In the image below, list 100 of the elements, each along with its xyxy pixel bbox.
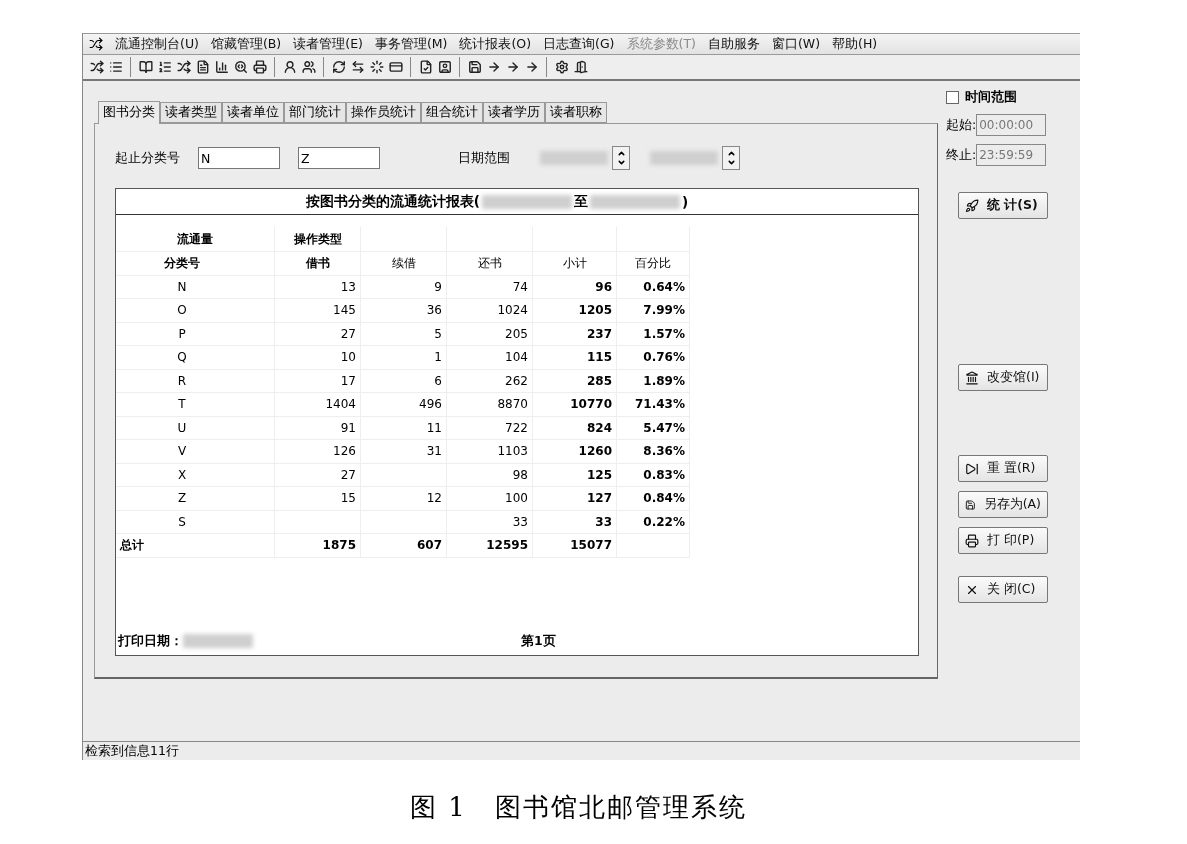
app-icon [89, 37, 103, 51]
skip-forward-icon [965, 461, 979, 476]
table-cell: 100 [447, 487, 533, 511]
action-button[interactable]: 另存为(A) [958, 491, 1048, 518]
table-cell: 496 [361, 393, 447, 417]
table-cell: 17 [275, 369, 361, 393]
table-cell: 104 [447, 346, 533, 370]
table-cell: 9 [361, 275, 447, 299]
column-header: 流通量 [116, 227, 275, 252]
tab[interactable]: 部门统计 [284, 102, 346, 123]
blurred-date [540, 151, 608, 165]
table-cell: 262 [447, 369, 533, 393]
table-cell: 33 [533, 510, 617, 534]
tab[interactable]: 图书分类 [98, 101, 160, 124]
tab[interactable]: 操作员统计 [346, 102, 421, 123]
field-label: 起止分类号 [115, 149, 180, 167]
table-cell: 824 [533, 416, 617, 440]
action-button[interactable]: 改变馆(I) [958, 364, 1048, 391]
table-cell: 125 [533, 463, 617, 487]
save-icon [965, 497, 976, 512]
table-cell: S [116, 510, 275, 534]
table-cell: 145 [275, 299, 361, 323]
report-title: 至 [574, 192, 588, 211]
table-cell: 1205 [533, 299, 617, 323]
menu-item[interactable]: 帮助(H) [832, 35, 878, 53]
printer-icon [965, 533, 979, 548]
time-field[interactable]: 23:59:59 [976, 144, 1047, 166]
table-cell: 127 [533, 487, 617, 511]
table-cell: 8870 [447, 393, 533, 417]
action-button[interactable]: 打 印(P) [958, 527, 1048, 554]
table-cell: 126 [275, 440, 361, 464]
shuffle-icon[interactable] [87, 58, 106, 76]
menu-item[interactable]: 读者管理(E) [293, 35, 363, 53]
column-header: 百分比 [617, 252, 690, 276]
table-cell: 12595 [447, 534, 533, 558]
table-cell: 27 [275, 322, 361, 346]
table-cell: P [116, 322, 275, 346]
menu-item[interactable]: 自助服务 [707, 35, 760, 53]
tab[interactable]: 组合统计 [421, 102, 483, 123]
table-cell: 33 [447, 510, 533, 534]
table-cell: 总计 [116, 534, 275, 558]
tab[interactable]: 读者类型 [160, 102, 222, 123]
printer-icon[interactable] [250, 58, 269, 76]
table-cell: 0.76% [617, 346, 690, 370]
table-cell: Q [116, 346, 275, 370]
table-cell: 0.22% [617, 510, 690, 534]
table-cell: 722 [447, 416, 533, 440]
menu-item[interactable]: 流通控制台(U) [115, 35, 199, 53]
table-cell: 98 [447, 463, 533, 487]
action-button[interactable]: 重 置(R) [958, 455, 1048, 482]
table-cell: 10 [275, 346, 361, 370]
table-cell: 115 [533, 346, 617, 370]
table-cell: 15 [275, 487, 361, 511]
table-cell: R [116, 369, 275, 393]
table-cell: 12 [361, 487, 447, 511]
table-cell: 1260 [533, 440, 617, 464]
rocket-icon [965, 198, 979, 213]
report-title: ) [682, 193, 689, 210]
time-field[interactable]: 00:00:00 [976, 114, 1047, 136]
table-cell: 11 [361, 416, 447, 440]
table-cell: 1103 [447, 440, 533, 464]
status-text: 检索到信息11行 [83, 741, 1080, 760]
report-title: 按图书分类的流通统计报表( [305, 192, 480, 211]
menu-item[interactable]: 窗口(W) [771, 35, 820, 53]
shuffle-icon[interactable] [174, 58, 193, 76]
menu-item[interactable]: 日志查询(G) [543, 35, 615, 53]
table-cell: 0.84% [617, 487, 690, 511]
action-button[interactable]: 关 闭(C) [958, 576, 1048, 603]
action-button[interactable]: 统 计(S) [958, 192, 1048, 219]
menu-item[interactable]: 馆藏管理(B) [210, 35, 282, 53]
input-field[interactable]: Z [298, 147, 380, 169]
blurred-date [183, 634, 253, 648]
checkbox[interactable] [946, 91, 959, 104]
checkbox-label: 时间范围 [965, 89, 1017, 106]
tab[interactable]: 读者单位 [222, 102, 284, 123]
table-cell: X [116, 463, 275, 487]
column-header: 还书 [447, 252, 533, 276]
table-cell: 1.57% [617, 322, 690, 346]
column-header: 借书 [275, 252, 361, 276]
users-icon[interactable] [299, 58, 318, 76]
table-cell: 13 [275, 275, 361, 299]
table-cell: 1024 [447, 299, 533, 323]
table-cell: V [116, 440, 275, 464]
table-cell: 15077 [533, 534, 617, 558]
table-cell: 1 [361, 346, 447, 370]
table-cell: 5 [361, 322, 447, 346]
menu-item[interactable]: 统计报表(O) [459, 35, 532, 53]
input-field[interactable]: N [198, 147, 280, 169]
table-cell: N [116, 275, 275, 299]
spin-button[interactable] [722, 146, 740, 170]
tab[interactable]: 读者学历 [483, 102, 545, 123]
menu-item[interactable]: 事务管理(M) [374, 35, 448, 53]
figure-caption: 图 1 图书馆北邮管理系统 [409, 791, 748, 824]
table-cell: 1875 [275, 534, 361, 558]
spin-button[interactable] [612, 146, 630, 170]
table-cell: 36 [361, 299, 447, 323]
tab[interactable]: 读者职称 [545, 102, 607, 123]
table-cell: U [116, 416, 275, 440]
book-icon[interactable] [136, 58, 155, 76]
table-cell: 31 [361, 440, 447, 464]
